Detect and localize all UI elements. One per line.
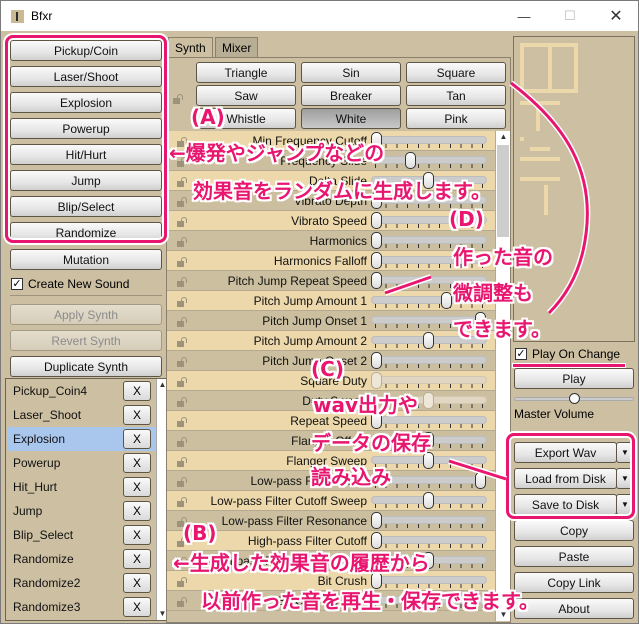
annotation-c-line3: 読み込み xyxy=(311,465,391,489)
annotation-d-label: (D) xyxy=(449,207,484,231)
annotation-a-line1: ←爆発やジャンプなどの xyxy=(169,141,385,165)
annotation-b-label: (B) xyxy=(183,521,217,545)
annotation-b-line2: 以前作った音を再生・保存できます。 xyxy=(201,589,539,613)
annotation-a-label: (A) xyxy=(191,105,225,129)
annotation-d-line1: 作った音の xyxy=(453,245,553,269)
bfxr-window: Bfxr — ☐ ✕ Pickup/Coin Laser/Shoot Explosi… xyxy=(0,0,639,624)
annotation-d-line3: できます。 xyxy=(453,317,551,341)
annotation-d-line2: 微調整も xyxy=(453,281,533,305)
annotation-c-label: (C) xyxy=(311,357,344,381)
annotation-c-line1: wav出力や xyxy=(313,393,419,417)
annotation-line-c xyxy=(448,459,507,481)
annotation-line-d xyxy=(384,275,432,295)
annotation-a-line2: 効果音をランダムに生成します。 xyxy=(193,179,491,203)
annotation-b-line1: ←生成した効果音の履歴から xyxy=(173,551,430,575)
annotation-c-line2: データの保存 xyxy=(311,431,431,455)
